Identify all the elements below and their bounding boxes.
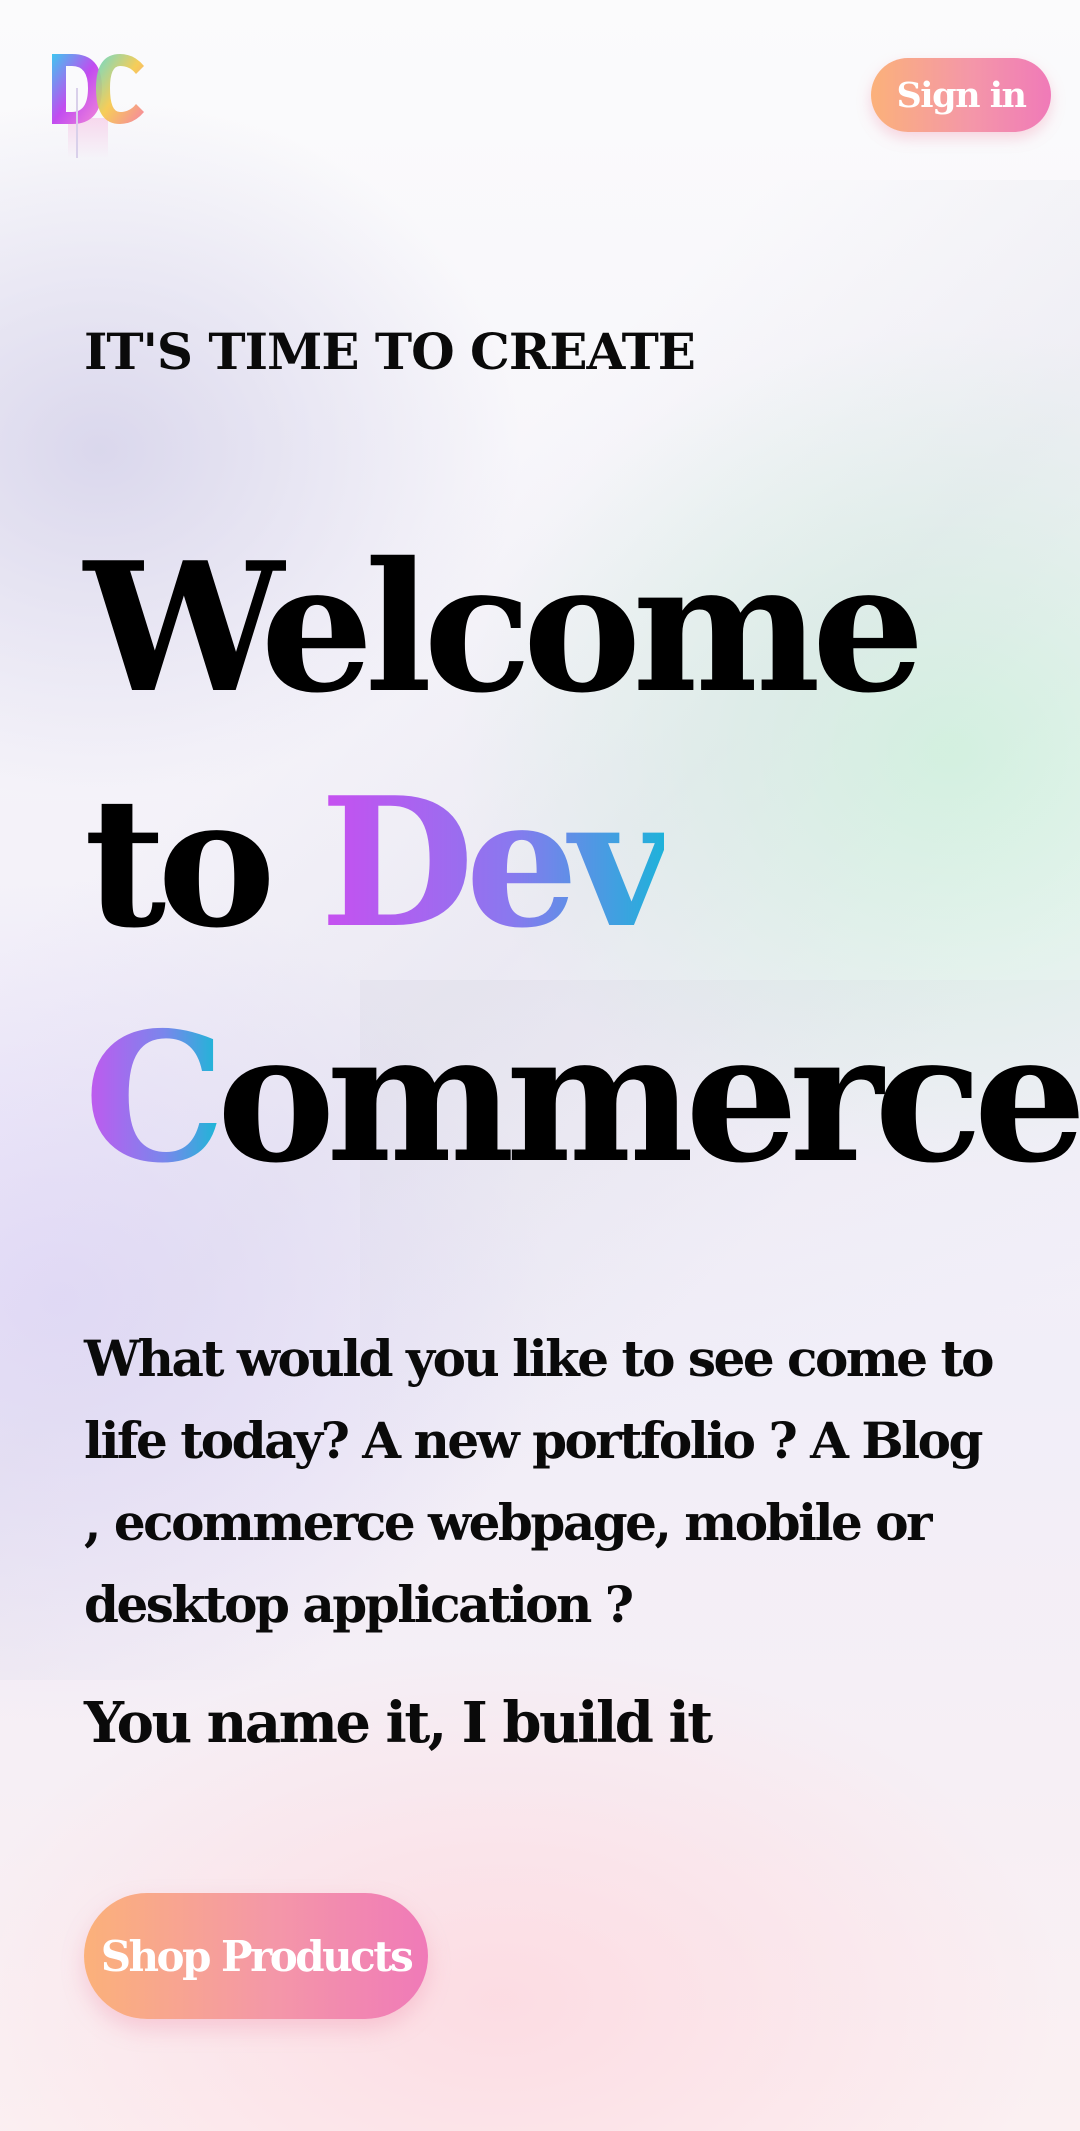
hero-title-rest: ommerce	[216, 993, 1080, 1202]
hero-title-line-3: Commerce	[84, 980, 1080, 1215]
hero-title-highlight-c: C	[84, 993, 226, 1202]
hero-description: What would you like to see come to life …	[84, 1329, 994, 1634]
dc-logo-icon	[52, 54, 144, 158]
hero-title-line-1: Welcome	[84, 523, 925, 732]
sign-in-button[interactable]: Sign in	[871, 58, 1051, 132]
hero-eyebrow: IT'S TIME TO CREATE	[84, 322, 696, 381]
site-logo[interactable]	[48, 48, 148, 158]
hero-tagline: You name it, I build it	[84, 1690, 713, 1756]
hero-title-line-2: to Dev	[84, 745, 1074, 980]
site-header: Sign in	[0, 0, 1080, 170]
hero-title-highlight-dev: Dev	[319, 758, 673, 967]
hero-title-prefix: to	[84, 758, 320, 967]
hero-title: Welcome to Dev Commerce	[84, 510, 1080, 1215]
shop-products-button[interactable]: Shop Products	[84, 1893, 428, 2019]
